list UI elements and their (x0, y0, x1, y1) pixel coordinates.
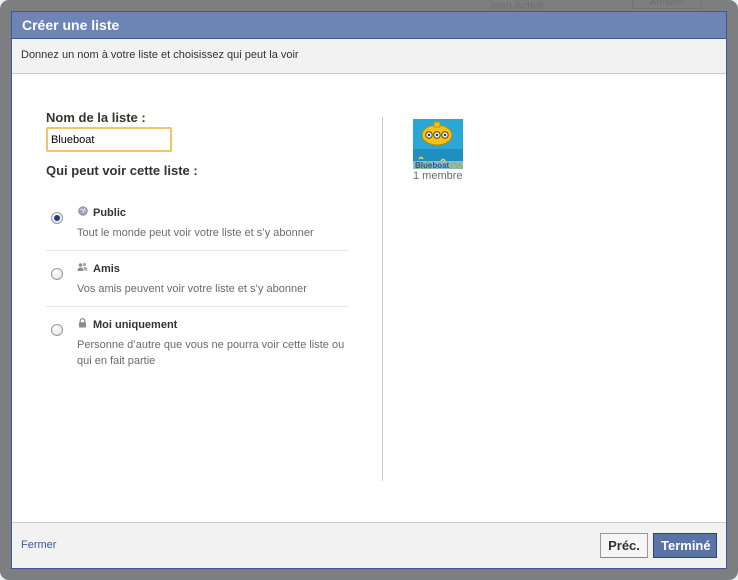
member-preview: Blueboat 1 membre (413, 119, 473, 183)
radio-friends[interactable] (51, 268, 63, 280)
create-list-dialog: Créer une liste Donnez un nom à votre li… (11, 11, 727, 569)
friends-icon (77, 262, 88, 275)
member-avatar[interactable]: Blueboat (413, 119, 463, 169)
list-form: Nom de la liste : Qui peut voir cette li… (46, 110, 348, 377)
option-friends[interactable]: Amis Vos amis peuvent voir votre liste e… (46, 250, 348, 306)
visibility-label: Qui peut voir cette liste : (46, 163, 198, 178)
option-only-me-description: Personne d’autre que vous ne pourra voir… (77, 339, 345, 367)
visibility-options: Public Tout le monde peut voir votre lis… (46, 195, 348, 377)
radio-public[interactable] (51, 212, 63, 224)
option-public[interactable]: Public Tout le monde peut voir votre lis… (46, 195, 348, 250)
option-only-me[interactable]: Moi uniquement Personne d’autre que vous… (46, 306, 348, 377)
column-divider (382, 117, 383, 481)
option-only-me-title: Moi uniquement (93, 319, 178, 331)
member-count: 1 membre (413, 170, 463, 182)
globe-icon (77, 206, 88, 219)
dialog-content: Nom de la liste : Qui peut voir cette li… (12, 74, 726, 522)
option-friends-description: Vos amis peuvent voir votre liste et s’y… (77, 283, 307, 295)
avatar-caption: Blueboat (415, 161, 450, 169)
dialog-footer: Fermer Préc. Terminé (12, 522, 726, 568)
dialog-title: Créer une liste (12, 12, 726, 39)
dialog-subtitle: Donnez un nom à votre liste et choisisse… (12, 39, 726, 74)
option-public-description: Tout le monde peut voir votre liste et s… (77, 227, 314, 239)
done-button[interactable]: Terminé (653, 533, 717, 558)
previous-button[interactable]: Préc. (600, 533, 648, 558)
close-link[interactable]: Fermer (21, 539, 56, 551)
lock-icon (77, 318, 88, 331)
option-public-title: Public (93, 207, 127, 219)
option-friends-title: Amis (93, 263, 120, 275)
radio-only-me[interactable] (51, 324, 63, 336)
list-name-input[interactable] (46, 127, 172, 152)
list-name-label: Nom de la liste : (46, 110, 146, 125)
